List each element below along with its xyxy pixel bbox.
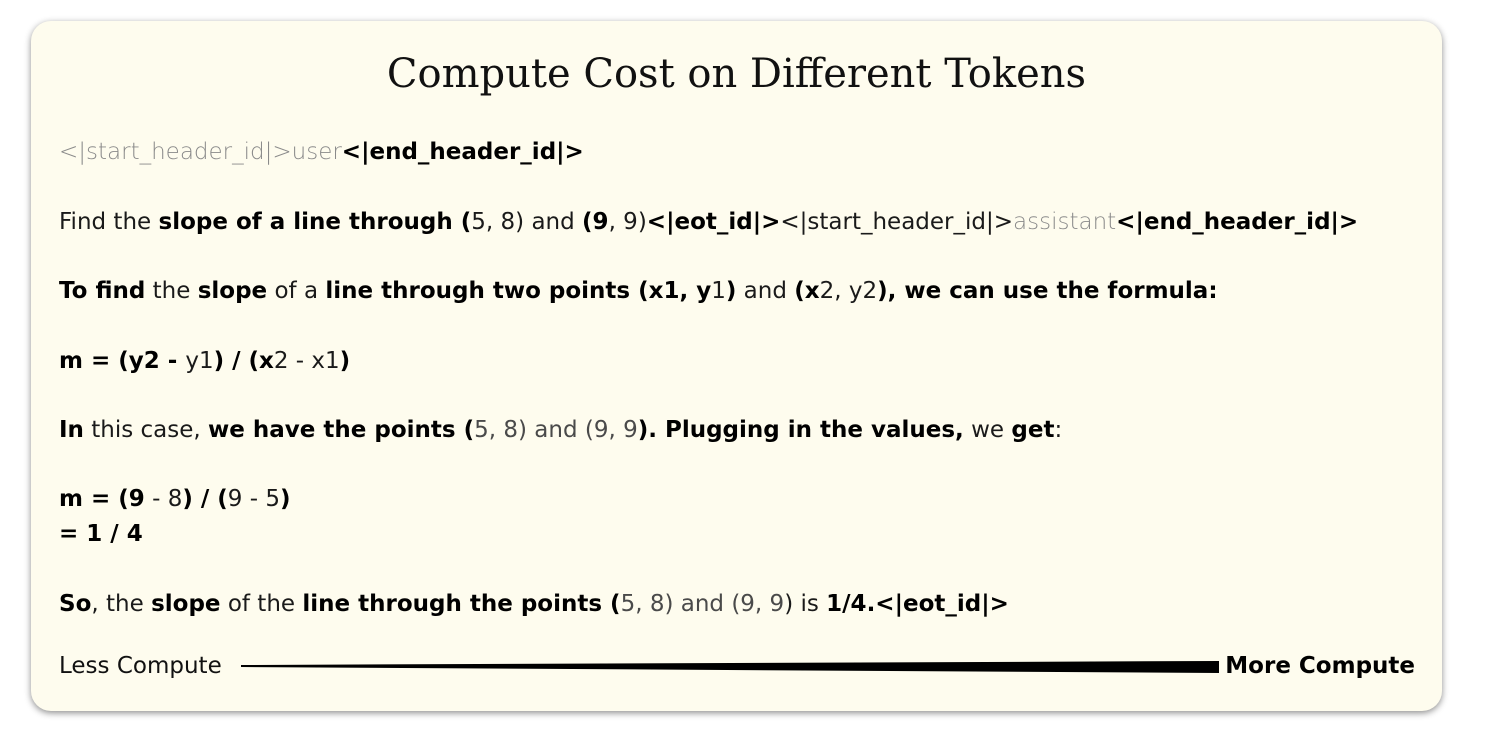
token-span: 1 xyxy=(711,278,726,304)
token-span: <|start_header_id|>user xyxy=(59,139,342,165)
token-span: 2, y2 xyxy=(819,278,878,304)
token-span: <|end_header_id|> xyxy=(341,139,584,165)
token-span: Find the xyxy=(59,209,159,235)
token-span: and xyxy=(736,278,795,304)
text-line-5: In this case, we have the points (5, 8) … xyxy=(59,415,1062,445)
token-span: ) / (x xyxy=(213,348,274,374)
token-span: To find xyxy=(59,278,146,304)
token-span: 5, 8) and (9, 9 xyxy=(474,417,638,443)
token-span: , the xyxy=(91,591,152,617)
text-line-6: m = (9 - 8) / (9 - 5) xyxy=(59,484,291,514)
token-span: ) xyxy=(280,486,291,512)
token-span: ), we can use the formula: xyxy=(877,278,1218,304)
token-span: line through two points (x1, y xyxy=(325,278,712,304)
token-span: m = (y2 - xyxy=(59,348,186,374)
token-span: line through the points ( xyxy=(302,591,621,617)
text-line-8: So, the slope of the line through the po… xyxy=(59,589,1009,619)
token-span: we xyxy=(963,417,1012,443)
text-line-7: = 1 / 4 xyxy=(59,519,143,549)
token-span: 1/4.<|eot_id|> xyxy=(826,591,1009,617)
token-span: slope xyxy=(151,591,221,617)
token-span: 9 - 5 xyxy=(227,486,280,512)
token-span: <|eot_id|> xyxy=(646,209,781,235)
token-span: this case, xyxy=(83,417,209,443)
token-span: 5 xyxy=(471,209,486,235)
token-span: ) xyxy=(339,348,351,374)
text-line-2: Find the slope of a line through (5, 8) … xyxy=(59,207,1358,237)
legend-more-compute: More Compute xyxy=(1225,653,1415,679)
token-span: of the xyxy=(220,591,303,617)
token-span: ). Plugging in the values, xyxy=(637,417,964,443)
token-span: (x xyxy=(794,278,820,304)
token-span: = 1 / 4 xyxy=(59,521,143,547)
token-span: 2 - x1 xyxy=(273,348,340,374)
token-span: of a xyxy=(267,278,326,304)
token-span: (9 xyxy=(582,209,609,235)
token-span: , 9) xyxy=(608,209,647,235)
token-span: we have the points ( xyxy=(208,417,475,443)
figure-card: Compute Cost on Different Tokens <|start… xyxy=(31,21,1442,711)
token-span: <|start_header_id|> xyxy=(780,209,1014,235)
token-span: m = (9 xyxy=(59,486,145,512)
token-span: ) is xyxy=(784,591,827,617)
token-span: In xyxy=(59,417,84,443)
text-line-1: <|start_header_id|>user<|end_header_id|> xyxy=(59,137,584,167)
token-span: : xyxy=(1054,417,1063,443)
token-span: slope of a line through ( xyxy=(158,209,472,235)
token-span: ) xyxy=(725,278,737,304)
compute-scale-wedge xyxy=(241,661,1219,673)
token-span: get xyxy=(1011,417,1055,443)
text-line-3: To find the slope of a line through two … xyxy=(59,276,1218,306)
token-span: assistant xyxy=(1013,209,1117,235)
figure-title: Compute Cost on Different Tokens xyxy=(386,51,1087,97)
token-span: ) / ( xyxy=(182,486,228,512)
compute-scale-bar xyxy=(241,661,1219,673)
token-span: the xyxy=(145,278,198,304)
legend-less-compute: Less Compute xyxy=(59,653,222,679)
text-line-4: m = (y2 - y1) / (x2 - x1) xyxy=(59,346,350,376)
token-span: slope xyxy=(197,278,268,304)
token-span: y1 xyxy=(185,348,214,374)
token-span: - 8 xyxy=(144,486,183,512)
token-span: <|end_header_id|> xyxy=(1116,209,1359,235)
token-span: , 8) and xyxy=(485,209,583,235)
token-span: So xyxy=(59,591,92,617)
token-span: 5, 8) and (9, 9 xyxy=(620,591,785,617)
